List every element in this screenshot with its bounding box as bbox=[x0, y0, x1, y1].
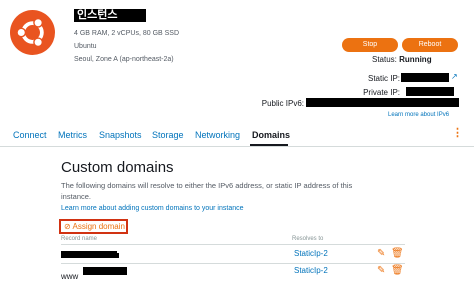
tab-networking[interactable]: Networking bbox=[195, 130, 240, 140]
table-header-divider bbox=[61, 244, 405, 245]
tab-connect[interactable]: Connect bbox=[13, 130, 47, 140]
more-options-icon[interactable]: ⋮ bbox=[452, 128, 463, 139]
learn-ipv6-link[interactable]: Learn more about IPv6 bbox=[388, 112, 449, 118]
instance-name: 인스턴스 bbox=[74, 9, 146, 22]
col-resolves-to: Resolves to bbox=[292, 236, 324, 242]
col-record-name: Record name bbox=[61, 236, 98, 242]
ubuntu-logo bbox=[10, 10, 55, 55]
static-ip-label: Static IP: bbox=[367, 74, 400, 83]
record-name-redacted-tail bbox=[81, 253, 119, 258]
resolves-to-link[interactable]: StaticIp-2 bbox=[294, 249, 328, 258]
instance-zone: Seoul, Zone A (ap-northeast-2a) bbox=[74, 56, 174, 63]
status-value: Running bbox=[399, 55, 432, 64]
trash-icon[interactable]: 🗑 bbox=[391, 266, 404, 276]
tab-domains[interactable]: Domains bbox=[252, 130, 290, 140]
public-ipv6-value-redacted bbox=[306, 98, 459, 107]
stop-button[interactable]: Stop bbox=[342, 38, 398, 52]
table-row: StaticIp-2 ✎ 🗑 bbox=[61, 249, 461, 261]
tag-icon: ⊘ bbox=[64, 222, 71, 231]
reboot-button[interactable]: Reboot bbox=[402, 38, 458, 52]
instance-os: Ubuntu bbox=[74, 43, 97, 50]
trash-icon[interactable]: 🗑 bbox=[391, 249, 404, 259]
record-name-redacted bbox=[83, 267, 127, 275]
table-row: www StaticIp-2 ✎ 🗑 bbox=[61, 266, 461, 282]
private-ip-label: Private IP: bbox=[363, 88, 400, 97]
assign-domain-label: Assign domain bbox=[72, 222, 125, 231]
assign-domain-button[interactable]: ⊘ Assign domain bbox=[64, 222, 125, 231]
private-ip-value-redacted bbox=[406, 87, 454, 96]
tab-snapshots[interactable]: Snapshots bbox=[99, 130, 142, 140]
status-label: Status: bbox=[372, 55, 397, 64]
resolves-to-link[interactable]: StaticIp-2 bbox=[294, 266, 328, 275]
public-ipv6-label: Public IPv6: bbox=[261, 99, 304, 108]
edit-icon[interactable]: ✎ bbox=[377, 249, 385, 259]
status-row: Status: Running bbox=[372, 55, 432, 64]
static-ip-value-redacted bbox=[401, 73, 449, 82]
page-title: Custom domains bbox=[61, 159, 174, 176]
instance-specs: 4 GB RAM, 2 vCPUs, 80 GB SSD bbox=[74, 30, 180, 37]
tab-storage[interactable]: Storage bbox=[152, 130, 184, 140]
learn-domains-link[interactable]: Learn more about adding custom domains t… bbox=[61, 205, 244, 212]
active-tab-indicator bbox=[250, 144, 288, 146]
domains-description: The following domains will resolve to ei… bbox=[61, 181, 353, 201]
external-link-icon[interactable]: ↗ bbox=[451, 72, 458, 81]
tab-metrics[interactable]: Metrics bbox=[58, 130, 87, 140]
row-divider bbox=[61, 263, 405, 264]
edit-icon[interactable]: ✎ bbox=[377, 266, 385, 276]
